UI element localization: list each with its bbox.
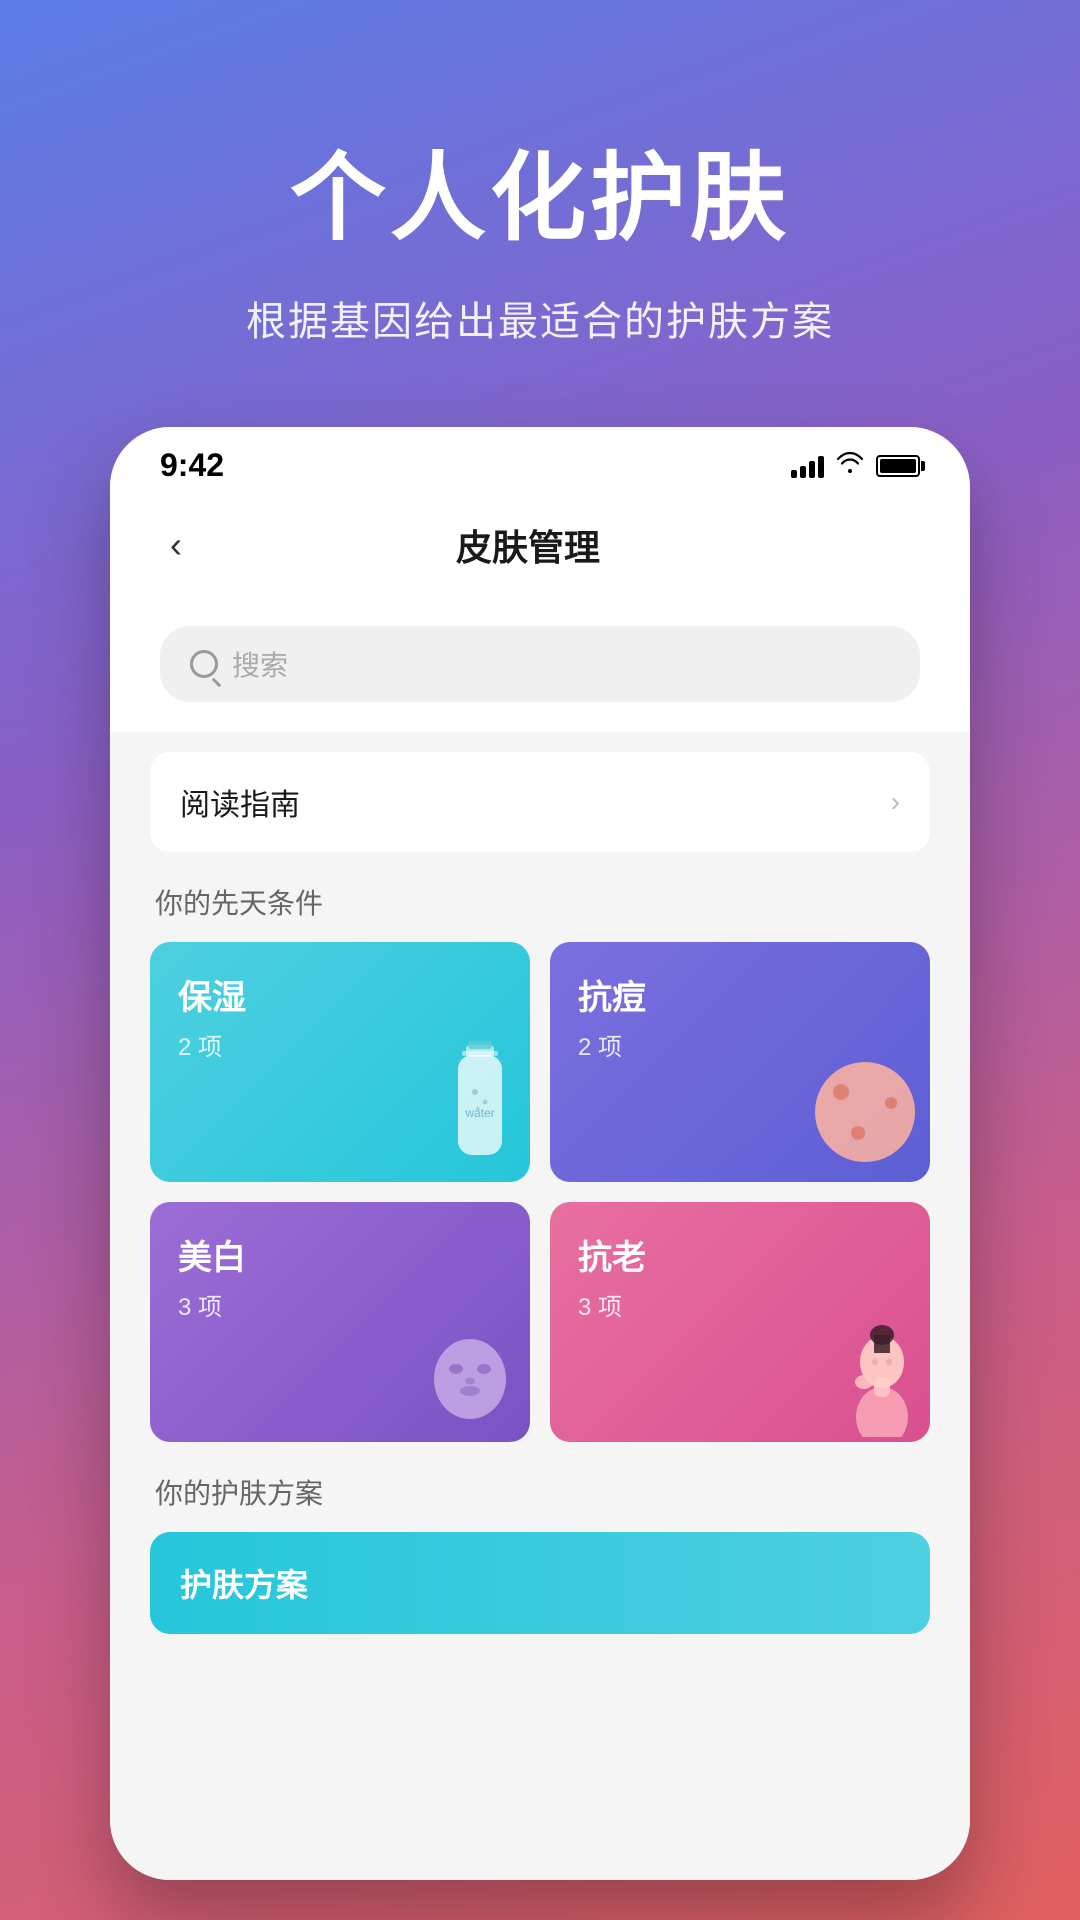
search-placeholder: 搜索 xyxy=(232,644,288,684)
card-antiaging[interactable]: 抗老 3 项 xyxy=(550,1202,930,1442)
nav-bar: ‹ 皮肤管理 xyxy=(110,494,970,606)
phone-frame: 9:42 ‹ 皮肤管理 xyxy=(110,427,970,1880)
wifi-icon xyxy=(836,451,864,480)
acne-face-illustration xyxy=(815,1062,915,1162)
content-area: 阅读指南 › 你的先天条件 保湿 2 项 water xyxy=(110,732,970,1880)
card-acne[interactable]: 抗痘 2 项 xyxy=(550,942,930,1182)
water-bottle-illustration: water xyxy=(440,1037,520,1172)
back-button[interactable]: ‹ xyxy=(160,514,192,576)
innate-section-title: 你的先天条件 xyxy=(150,882,930,922)
card-antiaging-title: 抗老 xyxy=(578,1230,902,1279)
main-title: 个人化护肤 xyxy=(60,120,1020,259)
signal-icon xyxy=(791,454,824,478)
status-bar: 9:42 xyxy=(110,427,970,494)
status-time: 9:42 xyxy=(160,447,224,484)
card-moisturizing[interactable]: 保湿 2 项 water xyxy=(150,942,530,1182)
search-container: 搜索 xyxy=(110,606,970,732)
nav-title: 皮肤管理 xyxy=(192,519,864,571)
guide-section[interactable]: 阅读指南 › xyxy=(150,752,930,852)
solution-section-title: 你的护肤方案 xyxy=(150,1472,930,1512)
card-whitening-title: 美白 xyxy=(178,1230,502,1279)
search-icon xyxy=(190,650,218,678)
sub-title: 根据基因给出最适合的护肤方案 xyxy=(60,289,1020,347)
guide-label: 阅读指南 xyxy=(180,780,300,824)
card-acne-title: 抗痘 xyxy=(578,970,902,1019)
card-acne-count: 2 项 xyxy=(578,1027,902,1062)
face-mask-illustration xyxy=(420,1327,520,1432)
solution-section: 你的护肤方案 护肤方案 xyxy=(150,1472,930,1634)
cards-grid: 保湿 2 项 water xyxy=(150,942,930,1442)
header-section: 个人化护肤 根据基因给出最适合的护肤方案 xyxy=(0,0,1080,427)
card-whitening[interactable]: 美白 3 项 xyxy=(150,1202,530,1442)
woman-illustration xyxy=(830,1307,920,1442)
chevron-right-icon: › xyxy=(891,786,900,818)
acne-face-shape xyxy=(815,1062,915,1162)
search-bar[interactable]: 搜索 xyxy=(160,626,920,702)
battery-icon xyxy=(876,455,920,477)
card-moisturizing-title: 保湿 xyxy=(178,970,502,1019)
card-whitening-count: 3 项 xyxy=(178,1287,502,1322)
solution-card[interactable]: 护肤方案 xyxy=(150,1532,930,1634)
solution-card-label: 护肤方案 xyxy=(180,1567,308,1603)
status-icons xyxy=(791,451,920,480)
